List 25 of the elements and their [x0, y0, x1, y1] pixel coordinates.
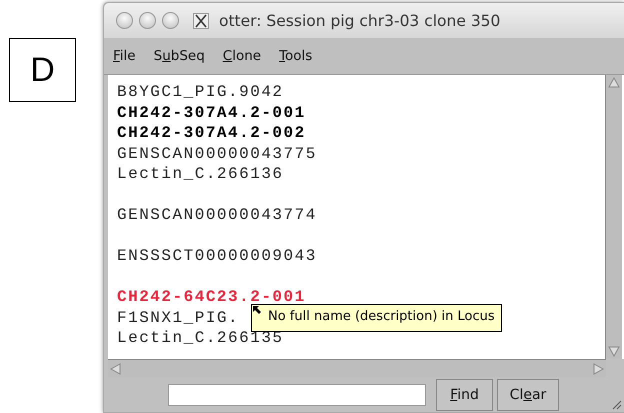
list-item[interactable]: CH242-307A4.2-001 — [117, 102, 306, 123]
menu-item[interactable]: SubSeq — [154, 48, 205, 64]
panel-label: D — [9, 38, 76, 102]
zoom-button[interactable] — [162, 12, 179, 29]
list-item[interactable]: Lectin_C.266136 — [117, 164, 284, 184]
menu-item[interactable]: Clone — [222, 48, 262, 64]
minimize-button[interactable] — [139, 12, 156, 29]
list-item[interactable]: GENSCAN00000043774 — [117, 205, 317, 226]
close-button[interactable] — [116, 12, 133, 29]
window-title: otter: Session pig chr3-03 clone 350 — [219, 12, 500, 30]
cursor-icon — [252, 305, 262, 315]
vertical-scrollbar[interactable] — [605, 75, 622, 359]
tooltip: No full name (description) in Locus — [251, 304, 502, 332]
menu-item[interactable]: File — [113, 48, 136, 64]
list-item[interactable]: ENSSSCT00000009043 — [117, 246, 317, 266]
find-button[interactable]: Find — [436, 378, 493, 410]
list-item[interactable]: F1SNX1_PIG. — [117, 308, 240, 328]
list-item[interactable]: GENSCAN00000043775 — [117, 144, 317, 164]
list-item[interactable]: CH242-307A4.2-002 — [117, 123, 306, 144]
x-icon — [193, 12, 209, 28]
list-item[interactable]: B8YGC1_PIG.9042 — [117, 82, 284, 102]
search-field[interactable] — [168, 384, 426, 406]
resize-grip-icon[interactable] — [610, 398, 622, 410]
menu-item[interactable]: Tools — [279, 48, 312, 64]
clear-button[interactable]: Clear — [497, 378, 559, 410]
